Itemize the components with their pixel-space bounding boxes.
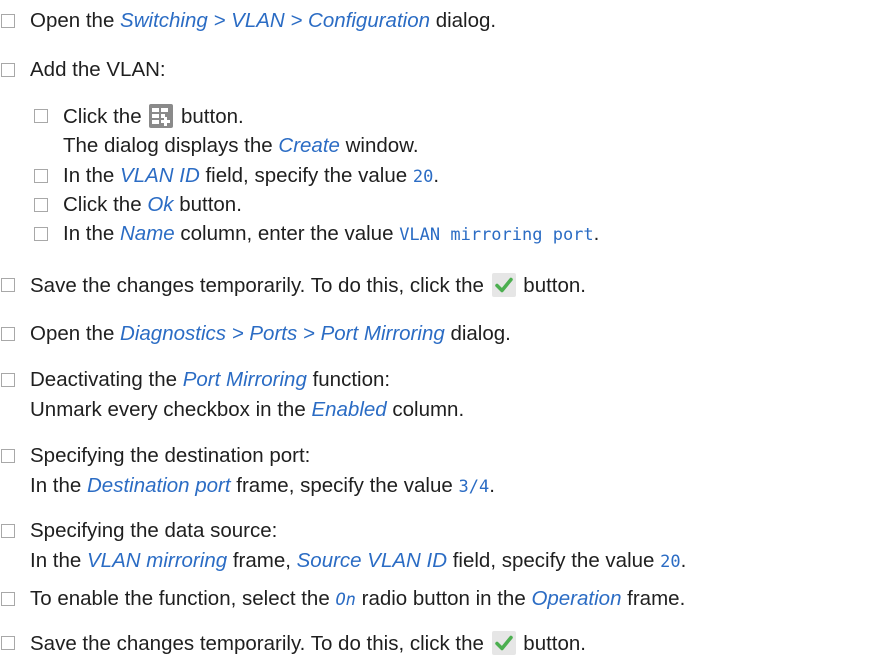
step-text: In the — [30, 549, 87, 572]
step-text: . — [680, 549, 687, 572]
frame-reference: Destination port — [87, 474, 231, 497]
step-checkbox[interactable] — [1, 14, 15, 28]
step-text: Unmark every checkbox in the — [30, 398, 312, 421]
step-checkbox[interactable] — [1, 449, 15, 463]
value-literal: On — [335, 590, 356, 610]
step-text: button. — [517, 632, 586, 655]
step-text: In the — [63, 164, 120, 187]
step-checkbox[interactable] — [34, 227, 48, 241]
value-literal: 20 — [660, 552, 681, 572]
step-text: Specifying the destination port: — [30, 444, 311, 467]
add-table-row-icon — [149, 104, 174, 128]
step-text: Save the changes temporarily. To do this… — [30, 274, 490, 297]
value-literal: VLAN mirroring port — [399, 225, 594, 245]
instruction-document: Open the Switching > VLAN > Configuratio… — [0, 0, 890, 660]
step-text: button. — [517, 274, 586, 297]
step-text: To enable the function, select the — [30, 587, 336, 610]
step-text: button. — [175, 105, 244, 128]
value-literal: 20 — [412, 167, 434, 187]
step-text: column, enter the value — [174, 222, 400, 245]
step-text: window. — [339, 134, 419, 157]
step-checkbox[interactable] — [1, 327, 15, 341]
step-text: field, specify the value — [199, 164, 413, 187]
step-text: Click the — [63, 105, 148, 128]
step-checkbox[interactable] — [1, 373, 15, 387]
step-text: function: — [306, 368, 391, 391]
menu-path-reference: Switching > VLAN > Configuration — [120, 9, 430, 32]
step-text: In the — [30, 474, 87, 497]
step-text: Specifying the data source: — [30, 519, 278, 542]
button-reference: Ok — [147, 193, 174, 216]
step-checkbox[interactable] — [1, 592, 15, 606]
step-checkbox[interactable] — [34, 109, 48, 123]
step-text: dialog. — [444, 322, 511, 345]
checkmark-icon — [491, 273, 516, 297]
step-checkbox[interactable] — [1, 278, 15, 292]
step-text: radio button in the — [355, 587, 532, 610]
step-checkbox[interactable] — [1, 636, 15, 650]
field-reference: Source VLAN ID — [296, 549, 448, 572]
step-text: frame. — [621, 587, 686, 610]
function-reference: Port Mirroring — [182, 368, 307, 391]
step-text: In the — [63, 222, 120, 245]
step-text: button. — [173, 193, 242, 216]
step-text: Save the changes temporarily. To do this… — [30, 632, 490, 655]
frame-reference: VLAN mirroring — [87, 549, 228, 572]
step-checkbox[interactable] — [1, 524, 15, 538]
step-checkbox[interactable] — [34, 169, 48, 183]
step-text: . — [593, 222, 600, 245]
step-text: Click the — [63, 193, 148, 216]
field-reference: VLAN ID — [120, 164, 200, 187]
step-text: field, specify the value — [447, 549, 661, 572]
step-text: Open the — [30, 9, 121, 32]
step-text: frame, specify the value — [230, 474, 459, 497]
value-literal: 3/4 — [458, 477, 490, 497]
step-checkbox[interactable] — [34, 198, 48, 212]
column-reference: Name — [120, 222, 175, 245]
step-checkbox[interactable] — [1, 63, 15, 77]
step-text: Deactivating the — [30, 368, 183, 391]
step-text: . — [489, 474, 495, 497]
window-reference: Create — [278, 134, 340, 157]
menu-path-reference: Diagnostics > Ports > Port Mirroring — [120, 322, 445, 345]
step-text: frame, — [227, 549, 297, 572]
step-text: Open the — [30, 322, 121, 345]
step-text: Add the VLAN: — [30, 58, 166, 81]
step-text: . — [433, 164, 440, 187]
step-text: The dialog displays the — [63, 134, 279, 157]
frame-reference: Operation — [531, 587, 622, 610]
checkmark-icon — [491, 631, 516, 655]
column-reference: Enabled — [311, 398, 387, 421]
step-text: column. — [386, 398, 465, 421]
step-text: dialog. — [430, 9, 497, 32]
